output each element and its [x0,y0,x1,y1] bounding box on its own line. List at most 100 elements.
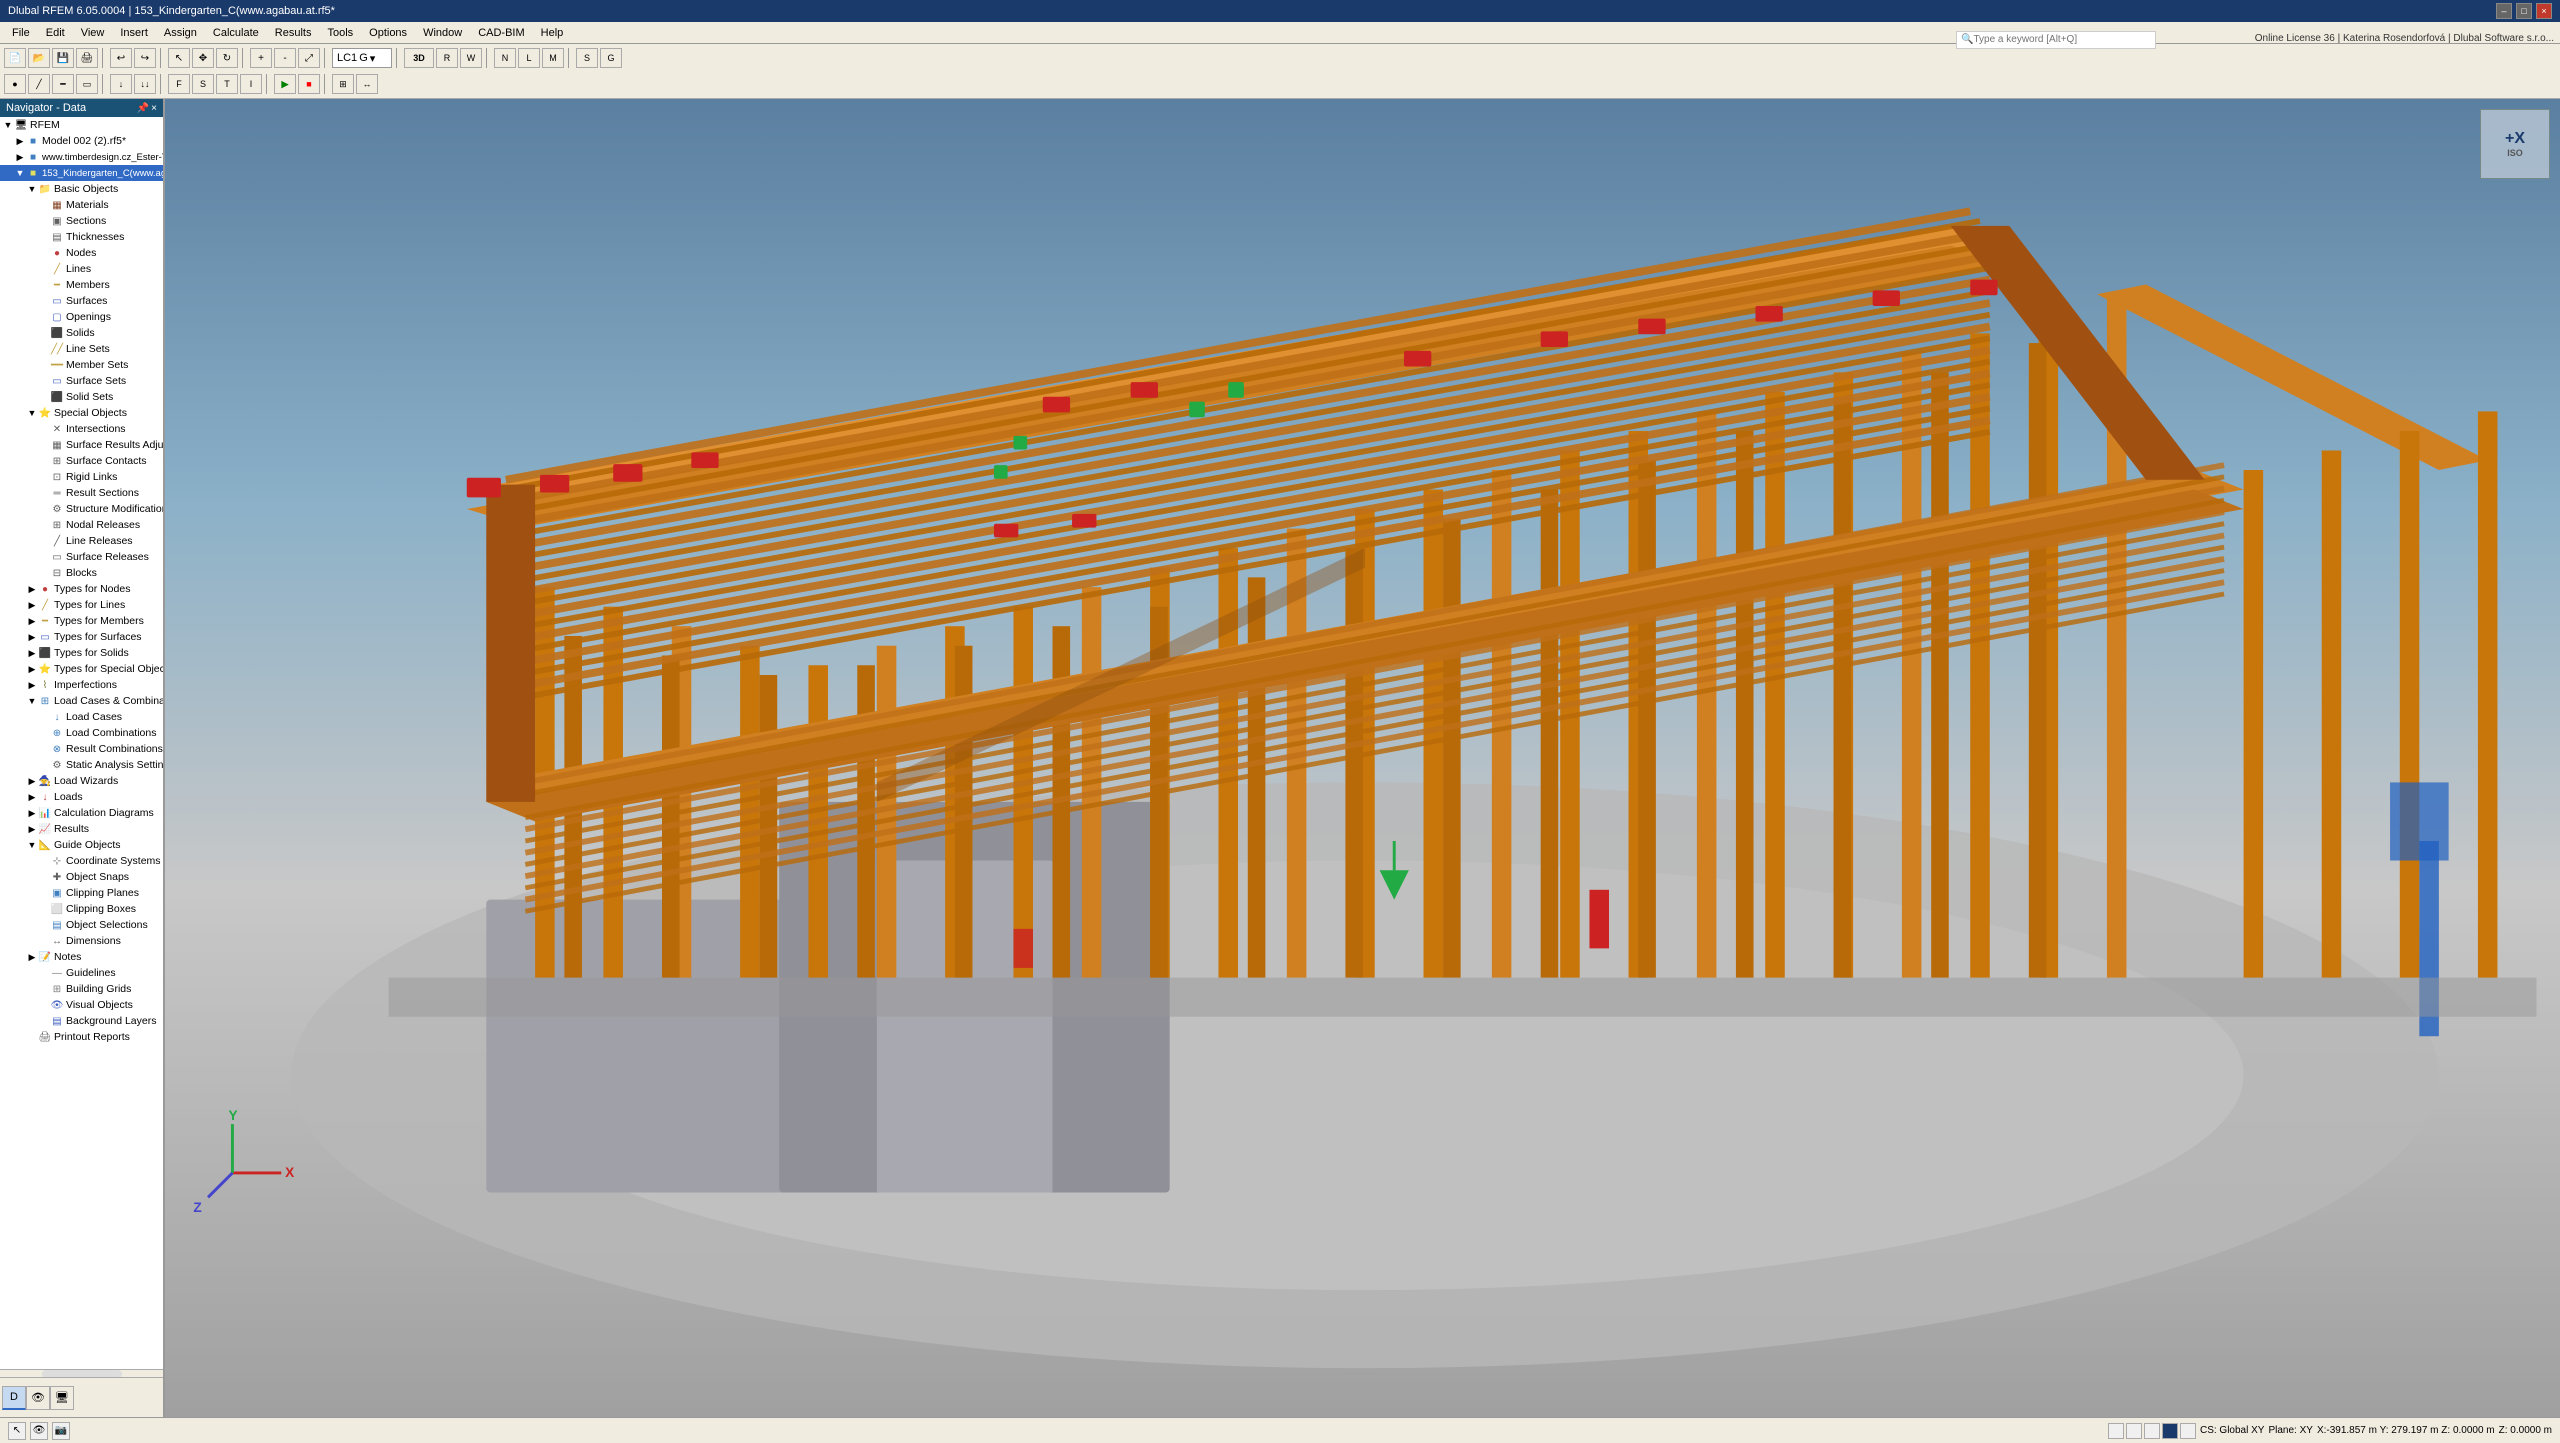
tree-static-analysis-settings[interactable]: ⚙ Static Analysis Settings [0,757,163,773]
viewport-3d[interactable]: X Y Z +X ISO [165,99,2560,1417]
expand-icon[interactable]: ▶ [26,583,38,595]
tree-result-sections[interactable]: ═ Result Sections [0,485,163,501]
tree-surface-releases[interactable]: ▭ Surface Releases [0,549,163,565]
expand-icon[interactable]: ▶ [26,807,38,819]
render-icon-active[interactable] [2162,1423,2178,1439]
tb-zoom-out[interactable]: - [274,48,296,68]
tree-types-surfaces[interactable]: ▶ ▭ Types for Surfaces [0,629,163,645]
tb-wire[interactable]: W [460,48,482,68]
menu-insert[interactable]: Insert [112,25,156,41]
tree-result-combinations[interactable]: ⊗ Result Combinations [0,741,163,757]
tree-types-special[interactable]: ▶ ⭐ Types for Special Objects [0,661,163,677]
tree-solid-sets[interactable]: ⬛ Solid Sets [0,389,163,405]
expand-icon[interactable]: ▶ [26,951,38,963]
tree-visual-objects[interactable]: 👁 Visual Objects [0,997,163,1013]
expand-icon[interactable]: ▶ [14,135,26,147]
tb-member[interactable]: ━ [52,74,74,94]
tree-sections[interactable]: ▣ Sections [0,213,163,229]
tb-view-top[interactable]: T [216,74,238,94]
menu-edit[interactable]: Edit [38,25,73,41]
tb-select[interactable]: ↖ [168,48,190,68]
tb-node[interactable]: ● [4,74,26,94]
tb-move[interactable]: ✥ [192,48,214,68]
window-controls[interactable]: – □ × [2496,3,2552,19]
tb-nodes-toggle[interactable]: N [494,48,516,68]
tb-load-node[interactable]: ↓ [110,74,132,94]
expand-icon[interactable]: ▼ [26,183,38,195]
tb-rotate[interactable]: ↻ [216,48,238,68]
tree-types-lines[interactable]: ▶ ╱ Types for Lines [0,597,163,613]
expand-icon[interactable]: ▶ [26,679,38,691]
status-pointer-btn[interactable]: ↖ [8,1422,26,1440]
tree-load-combinations[interactable]: ⊕ Load Combinations [0,725,163,741]
search-input[interactable] [1973,34,2143,45]
expand-icon[interactable]: ▼ [26,407,38,419]
tb-view-iso[interactable]: I [240,74,262,94]
tb-3d[interactable]: 3D [404,48,434,68]
expand-icon[interactable]: ▶ [26,663,38,675]
tb-line[interactable]: ╱ [28,74,50,94]
menu-help[interactable]: Help [533,25,572,41]
tree-basic-objects[interactable]: ▼ 📁 Basic Objects [0,181,163,197]
tb-render[interactable]: R [436,48,458,68]
tree-openings[interactable]: ▢ Openings [0,309,163,325]
tree-blocks[interactable]: ⊟ Blocks [0,565,163,581]
tree-model002[interactable]: ▶ ■ Model 002 (2).rf5* [0,133,163,149]
menu-tools[interactable]: Tools [319,25,361,41]
tree-calculation-diagrams[interactable]: ▶ 📊 Calculation Diagrams [0,805,163,821]
load-case-dropdown[interactable]: LC1 G ▾ [332,48,392,68]
render-icon-2[interactable] [2126,1423,2142,1439]
tree-rigid-links[interactable]: ⊡ Rigid Links [0,469,163,485]
view-cube[interactable]: +X ISO [2480,109,2550,179]
tb-snap[interactable]: S [576,48,598,68]
expand-icon[interactable]: ▶ [26,631,38,643]
tree-root-rfem[interactable]: ▼ 🖥 RFEM [0,117,163,133]
tree-member-sets[interactable]: ━━ Member Sets [0,357,163,373]
maximize-button[interactable]: □ [2516,3,2532,19]
tb-redo[interactable]: ↪ [134,48,156,68]
tree-members[interactable]: ━ Members [0,277,163,293]
tree-clipping-planes[interactable]: ▣ Clipping Planes [0,885,163,901]
nav-pin-button[interactable]: 📌 [137,103,149,114]
expand-icon[interactable]: ▶ [14,151,26,163]
tree-clipping-boxes[interactable]: ⬜ Clipping Boxes [0,901,163,917]
tree-imperfections[interactable]: ▶ ⌇ Imperfections [0,677,163,693]
tb-surface[interactable]: ▭ [76,74,98,94]
tree-surface-sets[interactable]: ▭ Surface Sets [0,373,163,389]
expand-icon[interactable]: ▶ [26,599,38,611]
tree-solids[interactable]: ⬛ Solids [0,325,163,341]
expand-icon[interactable]: ▶ [26,775,38,787]
tree-timberdesign[interactable]: ▶ ■ www.timberdesign.cz_Ester-Tower-in-J… [0,149,163,165]
tree-types-solids[interactable]: ▶ ⬛ Types for Solids [0,645,163,661]
expand-icon[interactable]: ▼ [2,119,14,131]
nav-view-tab[interactable]: 🖥 [50,1386,74,1410]
tb-save[interactable]: 💾 [52,48,74,68]
expand-icon[interactable]: ▶ [26,823,38,835]
nav-close-button[interactable]: × [151,103,157,114]
tree-building-grids[interactable]: ⊞ Building Grids [0,981,163,997]
tb-stop[interactable]: ■ [298,74,320,94]
tree-dimensions[interactable]: ↔ Dimensions [0,933,163,949]
tb-view-side[interactable]: S [192,74,214,94]
tree-object-selections[interactable]: ▤ Object Selections [0,917,163,933]
tree-surface-results-adj[interactable]: ▦ Surface Results Adjustments [0,437,163,453]
tb-undo[interactable]: ↩ [110,48,132,68]
tb-dim[interactable]: ↔ [356,74,378,94]
menu-assign[interactable]: Assign [156,25,205,41]
render-icon-3[interactable] [2144,1423,2160,1439]
tree-structure-modifications[interactable]: ⚙ Structure Modifications [0,501,163,517]
render-icon-5[interactable] [2180,1423,2196,1439]
menu-view[interactable]: View [73,25,113,41]
tb-new[interactable]: 📄 [4,48,26,68]
nav-scrollbar[interactable] [0,1369,163,1377]
nav-data-tab[interactable]: D [2,1386,26,1410]
tree-guide-objects[interactable]: ▼ 📐 Guide Objects [0,837,163,853]
tb-members-toggle[interactable]: M [542,48,564,68]
tree-coordinate-systems[interactable]: ⊹ Coordinate Systems [0,853,163,869]
expand-icon[interactable]: ▼ [26,839,38,851]
menu-options[interactable]: Options [361,25,415,41]
tb-print[interactable]: 🖨 [76,48,98,68]
tree-nodes[interactable]: ● Nodes [0,245,163,261]
tb-section[interactable]: ⊞ [332,74,354,94]
tree-intersections[interactable]: ✕ Intersections [0,421,163,437]
